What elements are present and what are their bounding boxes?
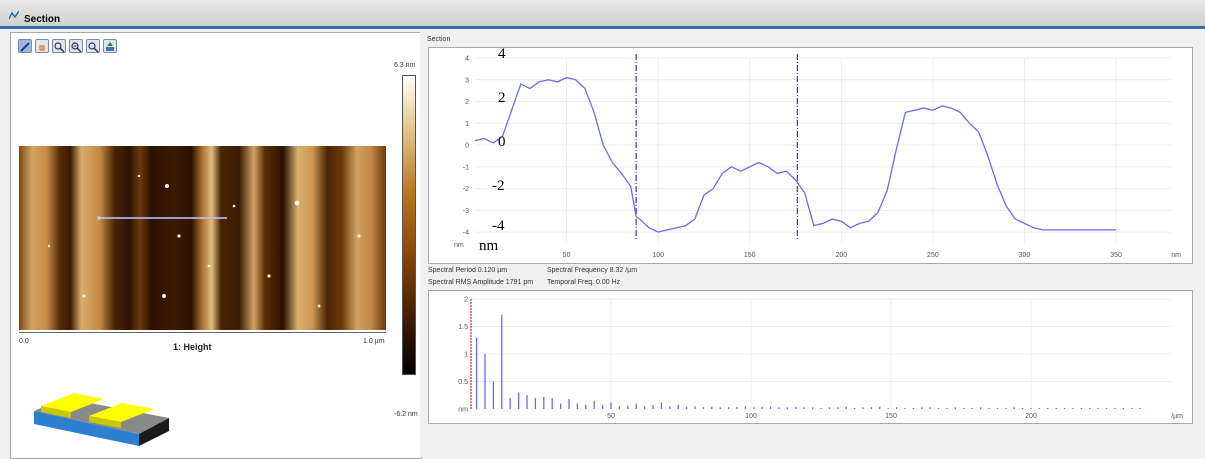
profile-x-tick-label: 350 — [1110, 252, 1122, 259]
profile-y-tick-label: 0 — [465, 143, 469, 150]
window-titlebar: Section — [0, 0, 1205, 29]
spectrum-y-tick-label: 2 — [464, 297, 468, 304]
profile-y-tick-label: -2 — [463, 186, 469, 193]
window-title: Section — [24, 14, 61, 25]
overlay-y-label: 0 — [498, 134, 506, 150]
zoom-in-icon[interactable] — [69, 39, 83, 53]
profile-y-tick-label: 2 — [465, 99, 469, 106]
profile-x-tick-label: 100 — [652, 252, 664, 259]
overlay-y-label: -2 — [492, 178, 505, 194]
pencil-icon[interactable] — [18, 39, 32, 53]
overlay-y-unit: nm — [479, 238, 499, 254]
image-panel: 0.0 1: Height 1.0 µm 6.3 nm -6.2 nm — [10, 32, 422, 459]
image-x-start: 0.0 — [19, 338, 29, 345]
afm-height-image[interactable] — [19, 146, 386, 330]
overlay-y-label: -4 — [492, 218, 505, 234]
profile-x-tick-label: 50 — [563, 252, 571, 259]
spectrum-x-tick-label: 100 — [745, 413, 757, 420]
spectrum-y-tick-label: 1 — [464, 352, 468, 359]
spectrum-x-unit: /µm — [1171, 413, 1183, 420]
spectrum-y-tick-label: 0.5 — [458, 379, 468, 386]
image-x-axis — [19, 332, 386, 333]
profile-x-tick-label: 150 — [744, 252, 756, 259]
profile-y-tick-label: -4 — [463, 230, 469, 237]
height-colorbar — [402, 75, 416, 375]
zoom-out-icon[interactable] — [86, 39, 100, 53]
colorbar-min-label: -6.2 nm — [394, 411, 418, 418]
profile-y-tick-label: 1 — [465, 121, 469, 128]
profile-y-unit: nm — [454, 242, 464, 249]
profile-x-tick-label: 300 — [1019, 252, 1031, 259]
section-tab-label: Section — [427, 36, 451, 43]
section-profile-svg: 4 3 2 1 0 -1 -2 -3 -4 nm 50 100 150 200 250 300 350 nm — [454, 54, 1181, 259]
image-channel-title: 1: Height — [173, 342, 212, 352]
profile-trace-line — [474, 76, 1117, 233]
zoom-icon[interactable] — [52, 39, 66, 53]
section-panel: Section 4 3 2 1 0 -1 -2 -3 -4 nm 50 100 150 200 250 300… — [420, 32, 1205, 457]
image-x-end: 1.0 µm — [363, 338, 385, 345]
profile-y-tick-label: 4 — [465, 56, 469, 63]
section-window-icon — [9, 10, 19, 20]
profile-x-tick-label: 200 — [835, 252, 847, 259]
profile-y-tick-label: 3 — [465, 77, 469, 84]
section-profile-plot[interactable]: 4 3 2 1 0 -1 -2 -3 -4 nm 50 100 150 200 250 300 350 nm — [428, 47, 1193, 264]
profile-y-tick-label: -3 — [463, 208, 469, 215]
colorbar-max-label: 6.3 nm — [394, 62, 416, 69]
sample-3d-illustration — [34, 393, 169, 446]
profile-x-tick-label: 250 — [927, 252, 939, 259]
overlay-y-label: 2 — [498, 90, 506, 106]
spectral-period: Spectral Period 0.120 µm — [428, 267, 508, 274]
spectrum-x-tick-label: 50 — [607, 413, 615, 420]
spectral-rms-amplitude: Spectral RMS Amplitude 1791 pm — [428, 279, 534, 286]
spectrum-plot[interactable]: 2 1.5 1 0.5 nm 50 100 150 200/µm — [428, 290, 1193, 424]
temporal-frequency: Temporal Freq. 0.00 Hz — [547, 279, 621, 286]
spectrum-y-unit: nm — [458, 407, 468, 414]
spectrum-x-tick-label: 200 — [1025, 413, 1037, 420]
titlebar-accent-line — [0, 26, 1205, 29]
profile-x-unit: nm — [1171, 252, 1181, 259]
hand-icon[interactable] — [35, 39, 49, 53]
export-icon[interactable] — [103, 39, 117, 53]
spectrum-svg: 2 1.5 1 0.5 nm 50 100 150 200/µm — [458, 297, 1183, 421]
spectrum-y-tick-label: 1.5 — [458, 324, 468, 331]
spectrum-x-tick-label: 150 — [885, 413, 897, 420]
spectral-frequency: Spectral Frequency 8.32 /µm — [547, 267, 638, 274]
overlay-y-label: 4 — [498, 46, 506, 62]
profile-y-tick-label: -1 — [463, 164, 469, 171]
